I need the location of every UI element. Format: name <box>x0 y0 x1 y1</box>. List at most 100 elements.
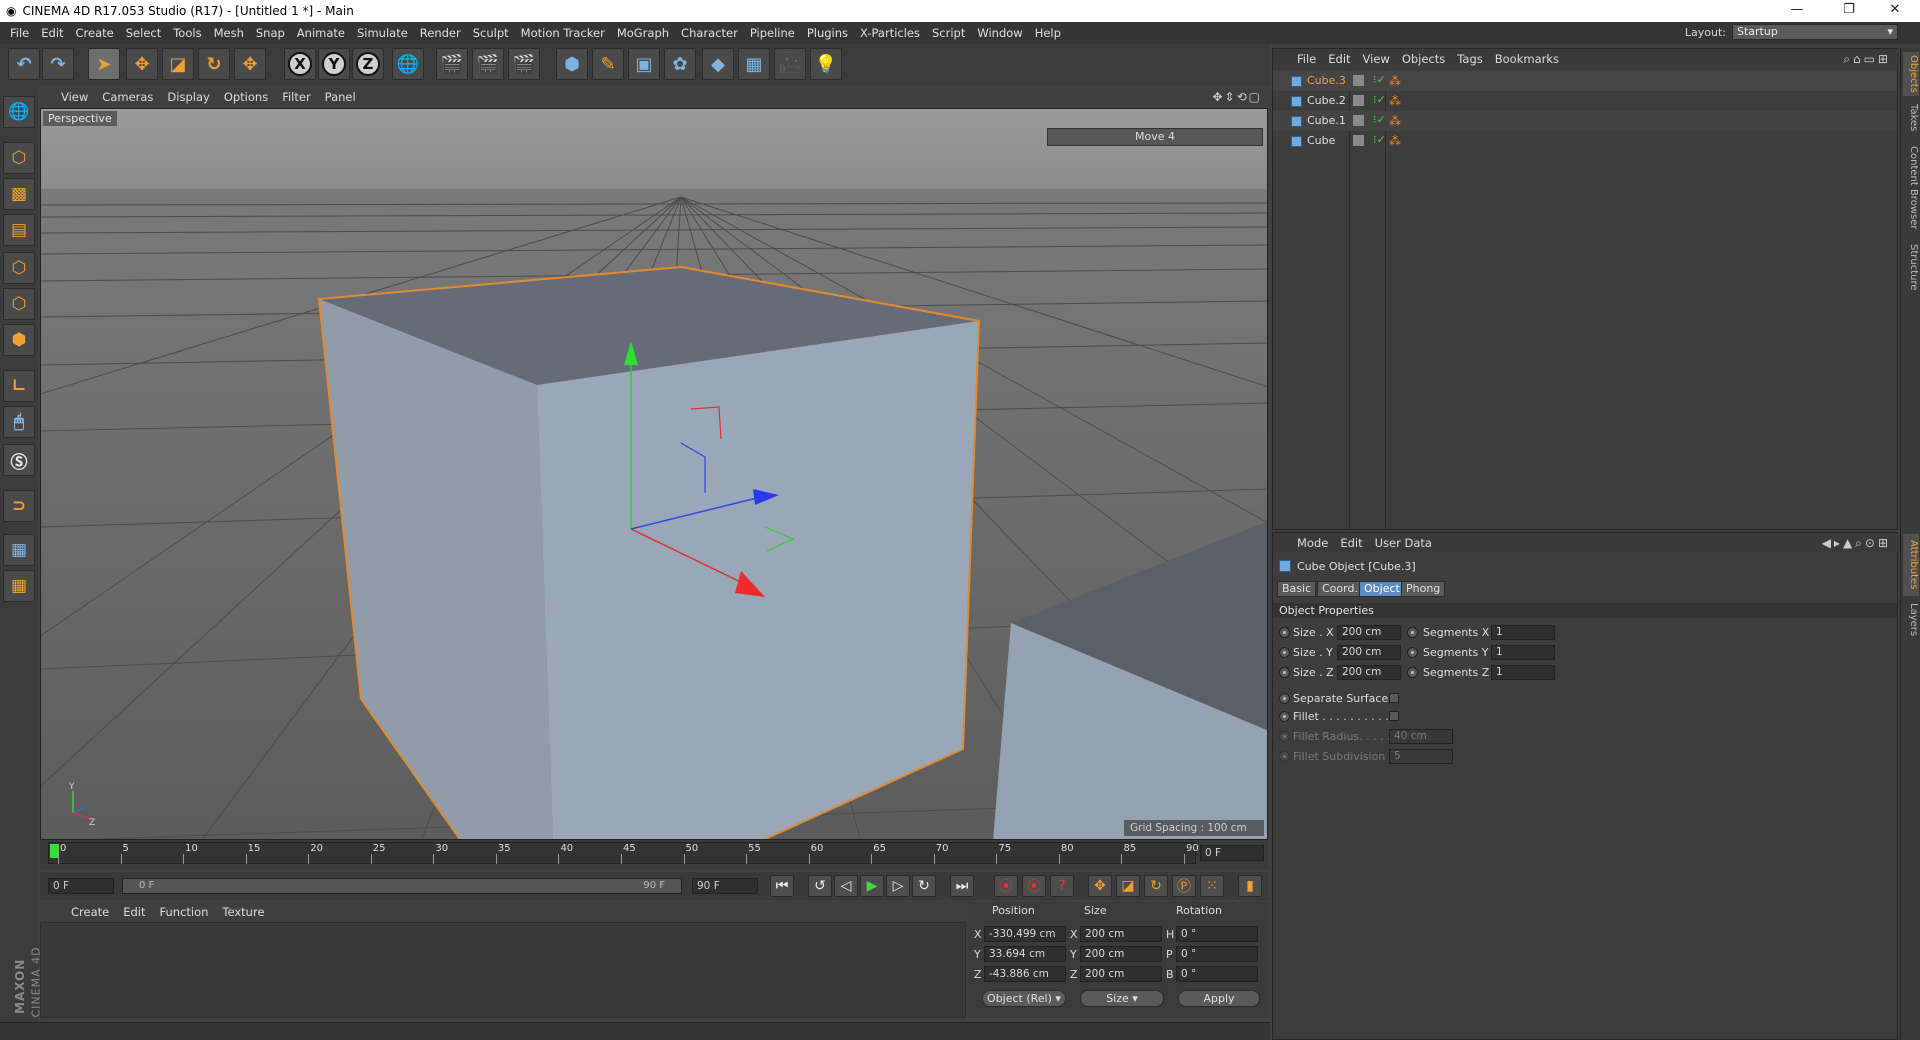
object-name[interactable]: Cube.1 <box>1307 114 1346 127</box>
menu-plugins[interactable]: Plugins <box>801 22 854 44</box>
menu-select[interactable]: Select <box>120 22 167 44</box>
rotate-tool-button[interactable]: ↻ <box>198 48 230 80</box>
next-key-button[interactable]: ↻ <box>912 875 936 897</box>
pos-x-field[interactable]: -330.499 cm <box>984 926 1066 942</box>
object-row-cube-3[interactable]: Cube.3 ⁝✓ ⁂ <box>1273 71 1897 91</box>
size-x-field[interactable]: 200 cm <box>1337 625 1401 640</box>
render-view-button[interactable]: 🎬 <box>436 48 468 80</box>
render-settings-button[interactable]: 🎬 <box>508 48 540 80</box>
menu-create[interactable]: Create <box>70 22 120 44</box>
enabled-check-icon[interactable]: ⁝✓ <box>1373 113 1386 126</box>
segments-z-anim-icon[interactable] <box>1407 667 1418 678</box>
maximize-button[interactable]: ❐ <box>1826 0 1872 22</box>
scale-tool-button[interactable]: ◪ <box>162 48 194 80</box>
tab-basic[interactable]: Basic <box>1277 581 1317 597</box>
menu-window[interactable]: Window <box>971 22 1028 44</box>
enabled-check-icon[interactable]: ⁝✓ <box>1373 93 1386 106</box>
add-environment-button[interactable]: ▦ <box>738 48 770 80</box>
record-pla-button[interactable]: ⁙ <box>1200 875 1224 897</box>
tweak-mode-button[interactable]: 🖱 <box>3 406 35 438</box>
prev-key-button[interactable]: ↺ <box>808 875 832 897</box>
menu-x-particles[interactable]: X-Particles <box>854 22 926 44</box>
timeline-window-button[interactable]: ▮ <box>1238 875 1262 897</box>
object-manager-tools[interactable]: ⌕⌂▭⊞ <box>1843 52 1891 67</box>
menu-script[interactable]: Script <box>926 22 971 44</box>
z-axis-button[interactable]: Z <box>352 48 384 80</box>
add-camera-button[interactable]: 🎥 <box>774 48 806 80</box>
editor-visibility-icon[interactable] <box>1353 75 1364 86</box>
edges-mode-button[interactable]: ⬡ <box>3 288 35 320</box>
add-deformer-button[interactable]: ◆ <box>702 48 734 80</box>
material-menu-function[interactable]: Function <box>153 905 216 919</box>
size-x-anim-icon[interactable] <box>1279 627 1290 638</box>
add-spline-button[interactable]: ✎ <box>592 48 624 80</box>
coordinate-system-button[interactable]: 🌐 <box>392 48 424 80</box>
size-x-field[interactable]: 200 cm <box>1080 926 1162 942</box>
pos-z-field[interactable]: -43.886 cm <box>984 966 1066 982</box>
record-rotation-button[interactable]: ↻ <box>1144 875 1168 897</box>
menu-render[interactable]: Render <box>414 22 467 44</box>
keyframe-selection-button[interactable]: ? <box>1050 875 1074 897</box>
workplane-align-button[interactable]: ▦ <box>3 570 35 602</box>
viewport-menu-options[interactable]: Options <box>217 90 275 104</box>
layout-dropdown[interactable]: Startup ▾ <box>1732 24 1898 40</box>
rot-p-field[interactable]: 0 ° <box>1176 946 1258 962</box>
add-light-button[interactable]: 💡 <box>810 48 842 80</box>
end-frame-field[interactable]: 90 F <box>692 878 758 894</box>
tab-phong[interactable]: Phong <box>1401 581 1446 597</box>
play-button[interactable]: ▶ <box>860 875 884 897</box>
side-tab-attributes[interactable]: Attributes <box>1903 534 1919 596</box>
polygons-mode-button[interactable]: ⬢ <box>3 324 35 356</box>
start-frame-field[interactable]: 0 F <box>48 878 114 894</box>
menu-snap[interactable]: Snap <box>250 22 291 44</box>
fillet-anim-icon[interactable] <box>1279 711 1290 722</box>
menu-motion-tracker[interactable]: Motion Tracker <box>515 22 611 44</box>
record-keys-button[interactable]: ⦿ <box>994 875 1018 897</box>
goto-end-button[interactable]: ⏭ <box>950 875 974 897</box>
rot-h-field[interactable]: 0 ° <box>1176 926 1258 942</box>
material-menu-texture[interactable]: Texture <box>215 905 271 919</box>
enabled-check-icon[interactable]: ⁝✓ <box>1373 133 1386 146</box>
enabled-check-icon[interactable]: ⁝✓ <box>1373 73 1386 86</box>
editor-visibility-icon[interactable] <box>1353 115 1364 126</box>
texture-mode-button[interactable]: ▩ <box>3 178 35 210</box>
recent-tool-button[interactable]: ✥ <box>234 48 266 80</box>
side-tab-structure[interactable]: Structure <box>1903 240 1919 294</box>
undo-button[interactable]: ↶ <box>8 48 40 80</box>
snap-button[interactable]: Ⓢ <box>3 444 35 476</box>
workplane-mode-button[interactable]: ▤ <box>3 214 35 246</box>
viewport-menu-panel[interactable]: Panel <box>318 90 363 104</box>
object-name[interactable]: Cube <box>1307 134 1335 147</box>
current-frame-field[interactable]: 0 F <box>1200 845 1264 861</box>
redo-button[interactable]: ↷ <box>42 48 74 80</box>
object-menu-objects[interactable]: Objects <box>1396 52 1451 66</box>
segments-x-anim-icon[interactable] <box>1407 627 1418 638</box>
phong-tag-icon[interactable]: ⁂ <box>1389 114 1401 128</box>
minimize-button[interactable]: — <box>1774 0 1820 22</box>
menu-character[interactable]: Character <box>675 22 744 44</box>
pos-y-field[interactable]: 33.694 cm <box>984 946 1066 962</box>
phong-tag-icon[interactable]: ⁂ <box>1389 134 1401 148</box>
model-mode-button[interactable]: ⬡ <box>3 142 35 174</box>
apply-button[interactable]: Apply <box>1178 990 1260 1007</box>
size-z-anim-icon[interactable] <box>1279 667 1290 678</box>
object-menu-view[interactable]: View <box>1357 52 1396 66</box>
record-scale-button[interactable]: ◪ <box>1116 875 1140 897</box>
range-slider[interactable]: 0 F 90 F <box>122 878 682 894</box>
make-editable-button[interactable]: 🌐 <box>3 96 35 128</box>
prev-frame-button[interactable]: ◁ <box>834 875 858 897</box>
live-selection-button[interactable]: ➤ <box>88 48 120 80</box>
record-parameter-button[interactable]: Ⓟ <box>1172 875 1196 897</box>
editor-visibility-icon[interactable] <box>1353 95 1364 106</box>
coordinate-mode-dropdown[interactable]: Object (Rel) ▾ <box>982 990 1066 1007</box>
timeline-ruler[interactable]: 0 5 10 15 20 25 30 35 40 45 50 55 60 65 70 75 80 85 90 0 F <box>40 840 1268 870</box>
attribute-nav-icons[interactable]: ◀▸▲⌕⊙⊞ <box>1822 536 1891 551</box>
points-mode-button[interactable]: ⬡ <box>3 252 35 284</box>
object-menu-edit[interactable]: Edit <box>1322 52 1356 66</box>
add-cube-button[interactable]: ⬢ <box>556 48 588 80</box>
viewport-menu-display[interactable]: Display <box>160 90 216 104</box>
object-menu-tags[interactable]: Tags <box>1451 52 1488 66</box>
segments-y-field[interactable]: 1 <box>1491 645 1555 660</box>
x-axis-button[interactable]: X <box>284 48 316 80</box>
phong-tag-icon[interactable]: ⁂ <box>1389 94 1401 108</box>
